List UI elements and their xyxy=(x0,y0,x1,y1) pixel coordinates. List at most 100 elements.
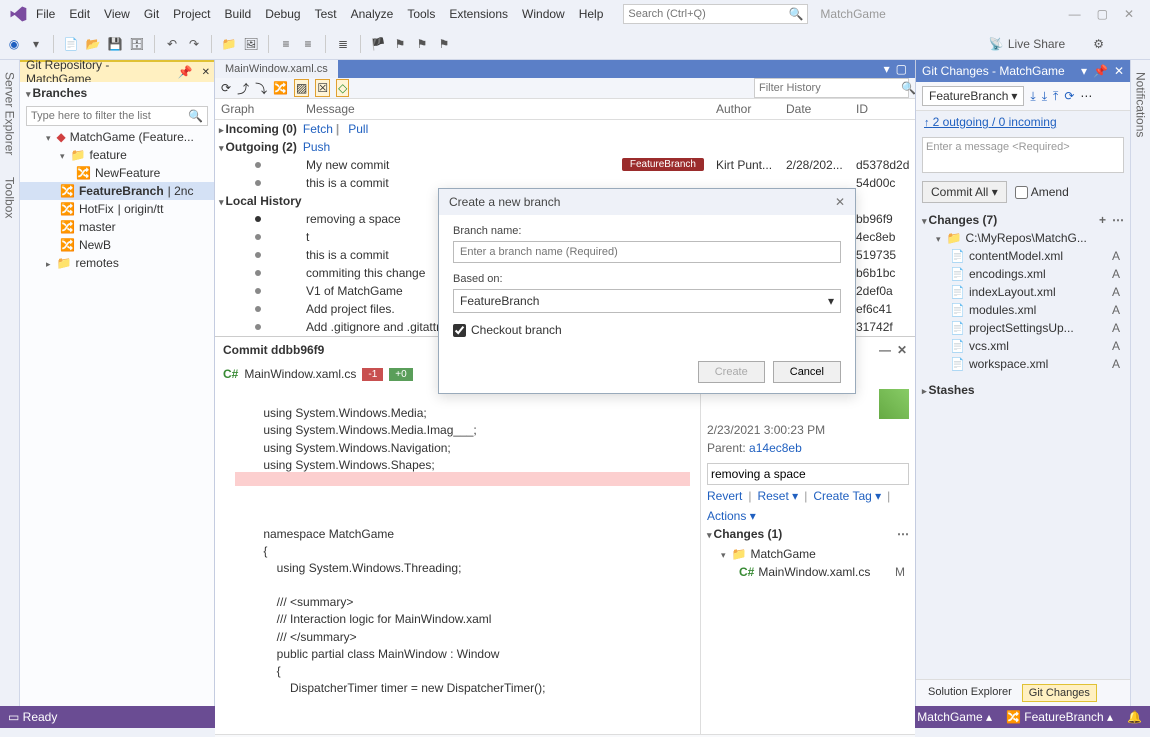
branches-header[interactable]: Branches xyxy=(20,82,214,104)
push-link[interactable]: Push xyxy=(303,140,330,154)
commit-subject-input[interactable] xyxy=(707,463,909,485)
more-icon[interactable]: ⋯ xyxy=(897,527,909,541)
create-tag-link[interactable]: Create Tag ▾ xyxy=(813,489,881,503)
fetch-icon[interactable]: ⤓ xyxy=(1030,89,1035,104)
outgoing-section[interactable]: Outgoing (2)Push xyxy=(215,138,915,156)
close-dialog-icon[interactable]: ✕ xyxy=(835,195,845,209)
folder-feature[interactable]: 📁feature xyxy=(20,146,214,164)
file-row[interactable]: 📄indexLayout.xmlA xyxy=(922,283,1124,301)
x2-icon[interactable]: ⚑ xyxy=(414,36,430,52)
filter-history-input[interactable] xyxy=(759,82,901,94)
back-nav-icon[interactable]: ◉ xyxy=(6,36,22,52)
h-ico-1[interactable]: ⤴ xyxy=(237,80,249,97)
changes-count[interactable]: ✎ 7 xyxy=(871,710,891,724)
image-icon[interactable]: 🖼 xyxy=(243,36,259,52)
maximize-icon[interactable]: ▢ xyxy=(1097,7,1108,21)
outgoing-incoming-link[interactable]: ↑ 2 outgoing / 0 incoming xyxy=(916,111,1130,133)
fetch-link[interactable]: Fetch xyxy=(303,122,333,136)
close-icon[interactable]: ✕ xyxy=(1114,64,1124,78)
admin-icon[interactable]: ⚙ xyxy=(1093,37,1104,51)
branch-filter[interactable]: 🔍 xyxy=(26,106,208,126)
more-icon[interactable]: ⋯ xyxy=(1112,213,1124,227)
minimize-icon[interactable]: ― xyxy=(1069,7,1081,21)
remotes-folder[interactable]: 📁remotes xyxy=(20,254,214,272)
server-explorer-tab[interactable]: Server Explorer xyxy=(1,64,19,163)
dropdown-icon[interactable]: ▾ xyxy=(1081,64,1087,78)
menu-help[interactable]: Help xyxy=(579,7,604,21)
outgoing-count[interactable]: ↑ 2 xyxy=(841,710,857,724)
repo-panel-tab[interactable]: Git Repository - MatchGame 📌 ✕ xyxy=(20,60,214,82)
file-row[interactable]: 📄encodings.xmlA xyxy=(922,265,1124,283)
file-row[interactable]: 📄modules.xmlA xyxy=(922,301,1124,319)
changed-file[interactable]: C#MainWindow.xaml.csM xyxy=(707,563,909,581)
file-row[interactable]: 📄contentModel.xmlA xyxy=(922,247,1124,265)
based-on-select[interactable]: FeatureBranch▾ xyxy=(453,289,841,313)
comment-icon[interactable]: ≣ xyxy=(335,36,351,52)
file-row[interactable]: 📄workspace.xmlA xyxy=(922,355,1124,373)
h-ico-graph3[interactable]: ◇ xyxy=(336,79,349,97)
search-input[interactable] xyxy=(628,8,788,20)
quick-search[interactable]: 🔍 xyxy=(623,4,808,24)
maximize-editor-icon[interactable]: ▢ xyxy=(896,62,907,76)
close-panel-icon[interactable]: ✕ xyxy=(196,67,214,78)
menu-git[interactable]: Git xyxy=(144,7,159,21)
file-row[interactable]: 📄vcs.xmlA xyxy=(922,337,1124,355)
branch-featurebranch[interactable]: 🔀FeatureBranch | 2nc xyxy=(20,182,214,200)
menu-test[interactable]: Test xyxy=(315,7,337,21)
checkout-branch-checkbox[interactable]: Checkout branch xyxy=(453,323,841,337)
bookmark-icon[interactable]: 🏴 xyxy=(370,36,386,52)
menu-debug[interactable]: Debug xyxy=(265,7,300,21)
save-icon[interactable]: 💾 xyxy=(107,36,123,52)
save-all-icon[interactable]: 🗄 xyxy=(129,36,145,52)
pin-icon[interactable]: 📌 xyxy=(1093,64,1108,78)
root-folder[interactable]: 📁C:\MyRepos\MatchG... xyxy=(922,229,1124,247)
branch-selector[interactable]: FeatureBranch▾ xyxy=(922,86,1024,106)
pull-icon[interactable]: ⤓ xyxy=(1042,89,1047,104)
toolbox-tab[interactable]: Toolbox xyxy=(1,169,19,226)
git-changes-tab[interactable]: Git Changes xyxy=(1022,684,1097,702)
dropdown-icon[interactable]: ▾ xyxy=(28,36,44,52)
h-ico-2[interactable]: ⤵ xyxy=(255,80,267,97)
branch-indicator[interactable]: 🔀 FeatureBranch ▴ xyxy=(1006,710,1113,724)
menu-build[interactable]: Build xyxy=(225,7,252,21)
branch-newb[interactable]: 🔀NewB xyxy=(20,236,214,254)
tab-dropdown-icon[interactable]: ▾ xyxy=(884,62,890,76)
branch-filter-input[interactable] xyxy=(31,110,188,122)
menu-analyze[interactable]: Analyze xyxy=(351,7,394,21)
x3-icon[interactable]: ⚑ xyxy=(436,36,452,52)
code-diff-panel[interactable]: using System.Windows.Media; using System… xyxy=(215,385,700,734)
reset-link[interactable]: Reset ▾ xyxy=(757,489,798,503)
solution-explorer-tab[interactable]: Solution Explorer xyxy=(922,684,1018,702)
create-button[interactable]: Create xyxy=(698,361,765,383)
redo-icon[interactable]: ↷ xyxy=(186,36,202,52)
branch-hotfix[interactable]: 🔀HotFix | origin/tt xyxy=(20,200,214,218)
actions-link[interactable]: Actions ▾ xyxy=(707,509,756,523)
cancel-button[interactable]: Cancel xyxy=(773,361,841,383)
sync-icon[interactable]: ⟳ xyxy=(1064,89,1074,103)
close-detail-icon[interactable]: ✕ xyxy=(897,343,907,357)
folder-icon[interactable]: 📁 xyxy=(221,36,237,52)
file-row[interactable]: 📄projectSettingsUp...A xyxy=(922,319,1124,337)
pull-link[interactable]: Pull xyxy=(348,122,368,136)
branch-name-input[interactable] xyxy=(453,241,841,263)
commit-all-button[interactable]: Commit All ▾ xyxy=(922,181,1007,203)
menu-project[interactable]: Project xyxy=(173,7,210,21)
undo-icon[interactable]: ↶ xyxy=(164,36,180,52)
refresh-icon[interactable]: ⟳ xyxy=(221,81,231,95)
incoming-section[interactable]: Incoming (0)Fetch|Pull xyxy=(215,120,915,138)
parent-commit-link[interactable]: a14ec8eb xyxy=(749,441,802,455)
x1-icon[interactable]: ⚑ xyxy=(392,36,408,52)
stashes-section[interactable]: Stashes xyxy=(929,383,975,397)
menu-file[interactable]: File xyxy=(36,7,55,21)
notifications-icon[interactable]: 🔔 xyxy=(1127,710,1142,724)
menu-view[interactable]: View xyxy=(104,7,130,21)
editor-tab[interactable]: MainWindow.xaml.cs xyxy=(215,60,338,78)
notifications-tab[interactable]: Notifications xyxy=(1132,64,1150,145)
commit-message-input[interactable]: Enter a message <Required> xyxy=(922,137,1124,173)
liveshare-icon[interactable]: 📡 xyxy=(989,37,1004,51)
outdent-icon[interactable]: ≡ xyxy=(300,36,316,52)
pin-icon[interactable]: 📌 xyxy=(172,65,196,79)
push-icon[interactable]: ⤒ xyxy=(1053,89,1058,104)
project-indicator[interactable]: ◆ MatchGame ▴ xyxy=(905,710,992,724)
more-icon[interactable]: ⋯ xyxy=(1080,89,1092,103)
